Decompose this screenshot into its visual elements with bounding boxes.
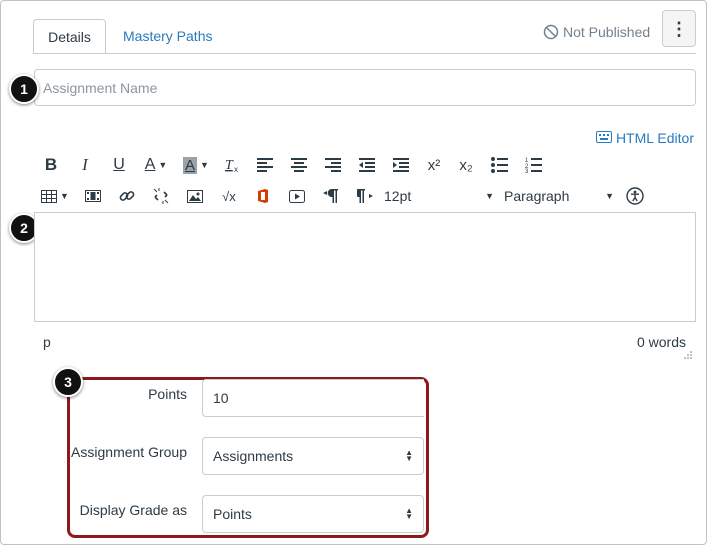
points-input[interactable]: 10	[202, 379, 424, 417]
italic-icon[interactable]: I	[68, 152, 102, 178]
outdent-icon[interactable]	[350, 152, 384, 178]
bold-icon[interactable]: B	[34, 152, 68, 178]
publish-status-label: Not Published	[563, 24, 651, 40]
step-marker-1: 1	[9, 74, 39, 104]
indent-icon[interactable]	[384, 152, 418, 178]
equation-icon[interactable]: √x	[212, 183, 246, 209]
table-icon	[41, 189, 58, 203]
bullet-list-icon[interactable]	[482, 152, 516, 178]
text-color-button[interactable]: A ▼	[136, 152, 176, 178]
resize-handle-icon[interactable]	[683, 346, 692, 359]
media-icon[interactable]	[76, 183, 110, 209]
paragraph-format-dropdown[interactable]: Paragraph ▼	[500, 183, 620, 209]
image-icon[interactable]	[178, 183, 212, 209]
tab-mastery-paths[interactable]: Mastery Paths	[111, 19, 224, 54]
video-icon[interactable]	[280, 183, 314, 209]
superscript-icon[interactable]: x²	[418, 152, 450, 178]
select-arrows-icon: ▲ ▼	[405, 448, 413, 463]
publish-status[interactable]: Not Published	[543, 24, 650, 40]
rich-text-editor-area[interactable]	[34, 212, 696, 322]
office-icon[interactable]	[246, 183, 280, 209]
link-icon[interactable]	[110, 183, 144, 209]
rtl-paragraph-icon[interactable]	[348, 183, 382, 209]
ltr-paragraph-icon[interactable]	[314, 183, 348, 209]
html-editor-link[interactable]: HTML Editor	[595, 130, 694, 146]
svg-text:3: 3	[525, 169, 529, 173]
keyboard-icon	[595, 130, 612, 146]
chevron-down-icon: ▼	[485, 191, 494, 201]
editor-toolbar-row-1: B I U A ▼ A ▼ Tx x² x₂ 1 2 3	[34, 152, 550, 178]
more-options-button[interactable]: ⋮	[662, 10, 696, 47]
html-editor-label: HTML Editor	[615, 130, 694, 146]
background-color-button[interactable]: A ▼	[176, 152, 216, 178]
chevron-down-icon: ▼	[158, 160, 168, 170]
align-center-icon[interactable]	[282, 152, 316, 178]
assignment-edit-panel: Details Mastery Paths Not Published ⋮ 1 …	[0, 0, 707, 545]
editor-toolbar-row-2: ▼ √x 12pt ▼ Paragraph ▼	[34, 183, 650, 209]
chevron-down-icon: ▼	[605, 191, 614, 201]
kebab-icon: ⋮	[670, 18, 688, 39]
tabs-divider	[33, 53, 696, 54]
editor-element-path: p	[43, 334, 51, 350]
text-color-icon: A	[144, 156, 156, 173]
svg-text:x: x	[234, 165, 238, 173]
chevron-down-icon: ▼	[60, 191, 69, 201]
numbered-list-icon[interactable]: 123	[516, 152, 550, 178]
points-label: Points	[148, 386, 187, 402]
font-size-dropdown[interactable]: 12pt ▼	[382, 183, 500, 209]
step-marker-3: 3	[53, 367, 83, 397]
subscript-icon[interactable]: x₂	[450, 152, 482, 178]
table-button[interactable]: ▼	[34, 183, 76, 209]
unlink-icon[interactable]	[144, 183, 178, 209]
word-count: 0 words	[636, 334, 686, 350]
chevron-down-icon: ▼	[200, 160, 209, 170]
display-grade-label: Display Grade as	[79, 502, 187, 518]
svg-text:T: T	[225, 158, 234, 173]
assignment-group-select[interactable]: Assignments ▲ ▼	[202, 437, 424, 475]
tab-details[interactable]: Details	[33, 19, 106, 54]
align-left-icon[interactable]	[248, 152, 282, 178]
clear-formatting-icon[interactable]: Tx	[216, 152, 248, 178]
background-color-icon: A	[183, 156, 198, 174]
unpublished-icon	[543, 24, 559, 40]
display-grade-select[interactable]: Points ▲ ▼	[202, 495, 424, 533]
accessibility-checker-icon[interactable]	[620, 183, 650, 209]
assignment-group-label: Assignment Group	[71, 444, 187, 460]
select-arrows-icon: ▲ ▼	[405, 506, 413, 521]
assignment-name-input[interactable]	[34, 69, 696, 106]
align-right-icon[interactable]	[316, 152, 350, 178]
underline-icon[interactable]: U	[102, 152, 136, 178]
